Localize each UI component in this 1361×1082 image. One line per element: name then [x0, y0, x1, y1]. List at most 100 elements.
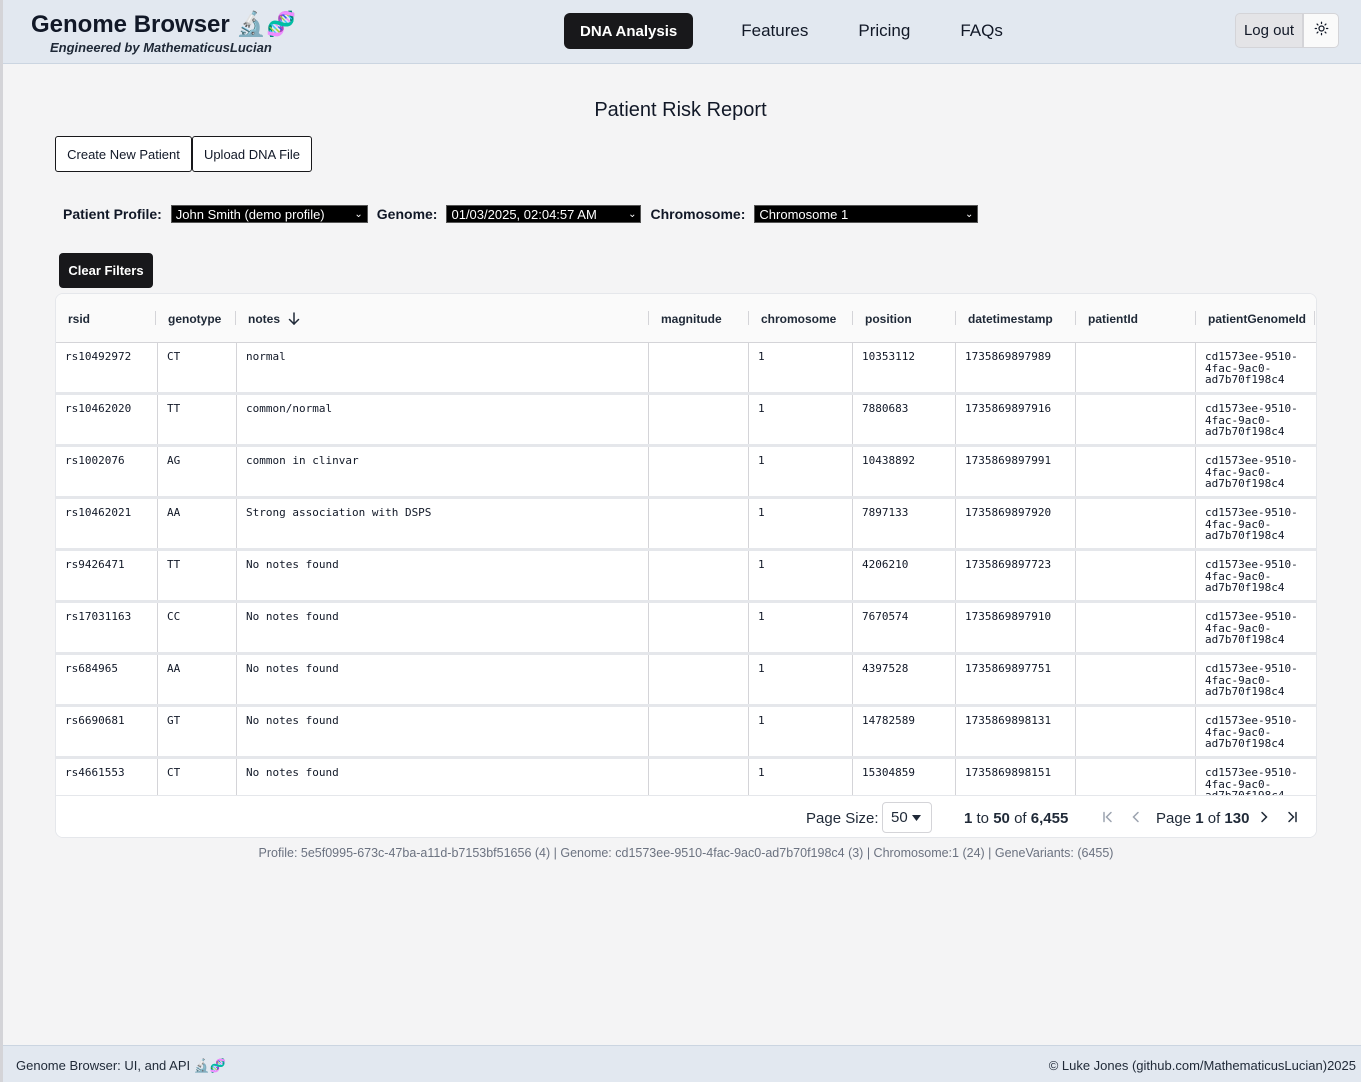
table-row[interactable]: rs1002076 AG common in clinvar 1 1043889…	[56, 447, 1316, 499]
cell-magnitude[interactable]	[648, 551, 749, 600]
column-header-magnitude[interactable]: magnitude	[661, 294, 722, 343]
next-page-icon[interactable]	[1257, 809, 1271, 825]
cell-notes[interactable]: No notes found	[236, 603, 649, 652]
cell-genotype[interactable]: GT	[157, 707, 237, 756]
cell-magnitude[interactable]	[648, 499, 749, 548]
cell-magnitude[interactable]	[648, 603, 749, 652]
cell-notes[interactable]: No notes found	[236, 707, 649, 756]
cell-chromosome[interactable]: 1	[748, 395, 853, 444]
cell-chromosome[interactable]: 1	[748, 343, 853, 392]
cell-chromosome[interactable]: 1	[748, 707, 853, 756]
cell-patientgenomeid[interactable]: cd1573ee-9510-4fac-9ac0-ad7b70f198c4	[1195, 655, 1316, 704]
nav-pricing[interactable]: Pricing	[833, 21, 935, 41]
column-resize-handle[interactable]	[955, 311, 956, 325]
cell-genotype[interactable]: CT	[157, 759, 237, 795]
cell-notes[interactable]: No notes found	[236, 551, 649, 600]
upload-dna-file-button[interactable]: Upload DNA File	[192, 136, 312, 172]
brand[interactable]: Genome Browser 🔬🧬 Engineered by Mathemat…	[31, 9, 296, 56]
cell-datetimestamp[interactable]: 1735869897920	[955, 499, 1076, 548]
cell-position[interactable]: 4397528	[852, 655, 956, 704]
cell-patientgenomeid[interactable]: cd1573ee-9510-4fac-9ac0-ad7b70f198c4	[1195, 343, 1316, 392]
cell-notes[interactable]: No notes found	[236, 655, 649, 704]
cell-chromosome[interactable]: 1	[748, 759, 853, 795]
cell-magnitude[interactable]	[648, 655, 749, 704]
cell-genotype[interactable]: AG	[157, 447, 237, 496]
cell-patientgenomeid[interactable]: cd1573ee-9510-4fac-9ac0-ad7b70f198c4	[1195, 759, 1316, 795]
cell-patientgenomeid[interactable]: cd1573ee-9510-4fac-9ac0-ad7b70f198c4	[1195, 551, 1316, 600]
cell-genotype[interactable]: TT	[157, 395, 237, 444]
cell-patientid[interactable]	[1075, 707, 1196, 756]
cell-rsid[interactable]: rs4661553	[56, 759, 157, 795]
cell-patientid[interactable]	[1075, 759, 1196, 795]
table-row[interactable]: rs9426471 TT No notes found 1 4206210 17…	[56, 551, 1316, 603]
cell-datetimestamp[interactable]: 1735869898151	[955, 759, 1076, 795]
cell-datetimestamp[interactable]: 1735869897916	[955, 395, 1076, 444]
column-resize-handle[interactable]	[1314, 311, 1315, 325]
last-page-icon[interactable]	[1285, 809, 1299, 825]
cell-notes[interactable]: No notes found	[236, 759, 649, 795]
cell-genotype[interactable]: TT	[157, 551, 237, 600]
cell-notes[interactable]: common/normal	[236, 395, 649, 444]
cell-chromosome[interactable]: 1	[748, 603, 853, 652]
cell-patientgenomeid[interactable]: cd1573ee-9510-4fac-9ac0-ad7b70f198c4	[1195, 707, 1316, 756]
column-resize-handle[interactable]	[648, 311, 649, 325]
cell-position[interactable]: 4206210	[852, 551, 956, 600]
table-row[interactable]: rs4661553 CT No notes found 1 15304859 1…	[56, 759, 1316, 795]
nav-faqs[interactable]: FAQs	[935, 21, 1028, 41]
column-header-datetimestamp[interactable]: datetimestamp	[968, 294, 1053, 343]
cell-chromosome[interactable]: 1	[748, 447, 853, 496]
footer-copyright[interactable]: © Luke Jones (github.com/MathematicusLuc…	[1049, 1058, 1356, 1073]
patient-profile-select[interactable]: John Smith (demo profile) ⌄	[170, 205, 368, 223]
column-resize-handle[interactable]	[235, 311, 236, 325]
theme-toggle-button[interactable]	[1303, 13, 1339, 48]
cell-rsid[interactable]: rs9426471	[56, 551, 157, 600]
nav-dna-analysis[interactable]: DNA Analysis	[564, 13, 694, 49]
cell-notes[interactable]: common in clinvar	[236, 447, 649, 496]
cell-patientid[interactable]	[1075, 499, 1196, 548]
cell-patientid[interactable]	[1075, 603, 1196, 652]
cell-magnitude[interactable]	[648, 759, 749, 795]
cell-datetimestamp[interactable]: 1735869897751	[955, 655, 1076, 704]
table-row[interactable]: rs10462021 AA Strong association with DS…	[56, 499, 1316, 551]
cell-patientid[interactable]	[1075, 655, 1196, 704]
column-header-patientgenomeid[interactable]: patientGenomeId	[1208, 294, 1306, 343]
cell-rsid[interactable]: rs10462020	[56, 395, 157, 444]
column-header-rsid[interactable]: rsid	[68, 294, 90, 343]
cell-position[interactable]: 7670574	[852, 603, 956, 652]
first-page-icon[interactable]	[1101, 809, 1115, 825]
genome-select[interactable]: 01/03/2025, 02:04:57 AM ⌄	[446, 205, 642, 223]
cell-magnitude[interactable]	[648, 395, 749, 444]
previous-page-icon[interactable]	[1129, 809, 1143, 825]
cell-rsid[interactable]: rs1002076	[56, 447, 157, 496]
cell-rsid[interactable]: rs17031163	[56, 603, 157, 652]
cell-chromosome[interactable]: 1	[748, 655, 853, 704]
cell-patientgenomeid[interactable]: cd1573ee-9510-4fac-9ac0-ad7b70f198c4	[1195, 603, 1316, 652]
cell-position[interactable]: 10438892	[852, 447, 956, 496]
nav-features[interactable]: Features	[693, 21, 833, 41]
chromosome-select[interactable]: Chromosome 1 ⌄	[754, 205, 979, 223]
cell-position[interactable]: 10353112	[852, 343, 956, 392]
cell-magnitude[interactable]	[648, 707, 749, 756]
table-row[interactable]: rs10492972 CT normal 1 10353112 17358698…	[56, 343, 1316, 395]
cell-datetimestamp[interactable]: 1735869897989	[955, 343, 1076, 392]
cell-position[interactable]: 7897133	[852, 499, 956, 548]
cell-notes[interactable]: normal	[236, 343, 649, 392]
table-row[interactable]: rs17031163 CC No notes found 1 7670574 1…	[56, 603, 1316, 655]
cell-rsid[interactable]: rs10492972	[56, 343, 157, 392]
cell-genotype[interactable]: AA	[157, 655, 237, 704]
clear-filters-button[interactable]: Clear Filters	[59, 253, 153, 288]
column-resize-handle[interactable]	[748, 311, 749, 325]
cell-datetimestamp[interactable]: 1735869897723	[955, 551, 1076, 600]
column-header-genotype[interactable]: genotype	[168, 294, 221, 343]
column-resize-handle[interactable]	[1195, 311, 1196, 325]
table-row[interactable]: rs6690681 GT No notes found 1 14782589 1…	[56, 707, 1316, 759]
cell-position[interactable]: 14782589	[852, 707, 956, 756]
cell-notes[interactable]: Strong association with DSPS	[236, 499, 649, 548]
cell-patientid[interactable]	[1075, 343, 1196, 392]
cell-genotype[interactable]: CC	[157, 603, 237, 652]
cell-position[interactable]: 7880683	[852, 395, 956, 444]
column-header-position[interactable]: position	[865, 294, 912, 343]
cell-patientid[interactable]	[1075, 551, 1196, 600]
create-new-patient-button[interactable]: Create New Patient	[55, 136, 192, 172]
cell-patientid[interactable]	[1075, 395, 1196, 444]
